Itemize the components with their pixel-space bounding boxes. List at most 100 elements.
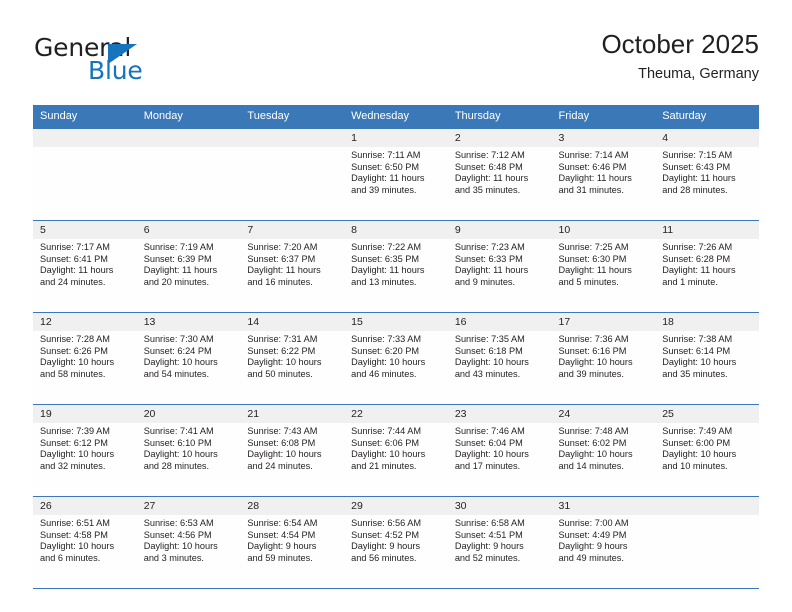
day-info-empty [240,147,345,221]
sunrise-text: Sunrise: 6:53 AM [143,518,214,528]
sunset-text: Sunset: 4:56 PM [143,529,212,540]
day-info: Sunrise: 6:54 AM Sunset: 4:54 PM Dayligh… [240,515,345,589]
sunset-text: Sunset: 6:06 PM [351,437,420,448]
day-number[interactable]: 26 [33,496,137,515]
daylight-text-line1: Daylight: 9 hours [247,541,317,552]
day-number[interactable]: 22 [344,404,448,423]
day-number[interactable]: 12 [33,312,137,331]
weekday-header-sunday: Sunday [33,105,137,129]
day-info-empty [655,515,759,589]
day-number[interactable]: 28 [240,496,345,515]
week-5-daynumber-row: 26 27 28 29 30 31 [33,496,759,515]
day-info: Sunrise: 7:46 AM Sunset: 6:04 PM Dayligh… [447,423,552,497]
day-number[interactable]: 25 [655,404,759,423]
day-cell-empty [655,496,759,515]
sunset-text: Sunset: 4:49 PM [558,529,627,540]
day-number[interactable]: 24 [551,404,656,423]
sunset-text: Sunset: 6:30 PM [558,253,627,264]
daylight-text-line2: and 35 minutes. [662,368,728,379]
daylight-text-line1: Daylight: 9 hours [351,541,421,552]
day-number[interactable]: 27 [136,496,241,515]
sunset-text: Sunset: 6:12 PM [40,437,108,448]
day-number[interactable]: 19 [33,404,137,423]
day-info: Sunrise: 7:17 AM Sunset: 6:41 PM Dayligh… [33,239,137,313]
day-info: Sunrise: 7:49 AM Sunset: 6:00 PM Dayligh… [655,423,759,497]
day-number[interactable]: 30 [447,496,552,515]
day-info: Sunrise: 7:41 AM Sunset: 6:10 PM Dayligh… [136,423,241,497]
general-blue-logo[interactable]: General Blue [33,34,253,96]
weekday-header-friday: Friday [551,105,656,129]
week-2-daynumber-row: 5 6 7 8 9 10 11 [33,220,759,239]
sunset-text: Sunset: 6:10 PM [143,437,212,448]
day-number[interactable]: 1 [344,128,448,147]
day-number[interactable]: 17 [551,312,656,331]
daylight-text-line2: and 46 minutes. [351,368,417,379]
sunrise-text: Sunrise: 7:49 AM [662,426,733,436]
day-number[interactable]: 29 [344,496,448,515]
sunset-text: Sunset: 6:33 PM [454,253,523,264]
page-title: October 2025 [601,29,759,59]
sunset-text: Sunset: 6:02 PM [558,437,627,448]
daylight-text-line2: and 28 minutes. [662,184,728,195]
day-number[interactable]: 9 [447,220,552,239]
sunset-text: Sunset: 6:18 PM [454,345,523,356]
day-number[interactable]: 14 [240,312,345,331]
day-info: Sunrise: 7:19 AM Sunset: 6:39 PM Dayligh… [136,239,241,313]
sunrise-text: Sunrise: 7:22 AM [351,242,422,252]
day-info: Sunrise: 7:48 AM Sunset: 6:02 PM Dayligh… [551,423,656,497]
day-number[interactable]: 16 [447,312,552,331]
day-number[interactable]: 15 [344,312,448,331]
day-number[interactable]: 20 [136,404,241,423]
page-subtitle: Theuma, Germany [638,66,759,82]
day-info: Sunrise: 6:58 AM Sunset: 4:51 PM Dayligh… [447,515,552,589]
day-number[interactable]: 7 [240,220,345,239]
day-number[interactable]: 10 [551,220,656,239]
daylight-text-line1: Daylight: 10 hours [143,357,218,368]
day-number[interactable]: 8 [344,220,448,239]
day-info: Sunrise: 7:00 AM Sunset: 4:49 PM Dayligh… [551,515,656,589]
daylight-text-line2: and 39 minutes. [351,184,417,195]
page-header: General Blue October 2025 Theuma, German… [33,28,759,100]
day-number[interactable]: 31 [551,496,656,515]
daylight-text-line1: Daylight: 10 hours [143,541,218,552]
daylight-text-line1: Daylight: 10 hours [454,357,529,368]
day-number[interactable]: 18 [655,312,759,331]
daylight-text-line1: Daylight: 11 hours [662,173,736,184]
day-number[interactable]: 11 [655,220,759,239]
daylight-text-line2: and 28 minutes. [143,460,210,471]
daylight-text-line1: Daylight: 9 hours [454,541,524,552]
daylight-text-line2: and 58 minutes. [40,368,106,379]
day-number[interactable]: 2 [447,128,552,147]
day-number[interactable]: 23 [447,404,552,423]
sunrise-text: Sunrise: 7:31 AM [247,334,318,344]
daylight-text-line2: and 49 minutes. [558,552,624,563]
logo-text-blue: Blue [88,56,143,85]
daylight-text-line1: Daylight: 11 hours [454,265,529,276]
day-number[interactable]: 4 [655,128,759,147]
day-number[interactable]: 3 [551,128,656,147]
week-1-info-row: Sunrise: 7:11 AM Sunset: 6:50 PM Dayligh… [33,147,759,221]
sunrise-text: Sunrise: 7:15 AM [662,150,733,160]
day-number[interactable]: 21 [240,404,345,423]
sunrise-text: Sunrise: 7:11 AM [351,150,421,160]
sunset-text: Sunset: 6:04 PM [454,437,523,448]
daylight-text-line2: and 21 minutes. [351,460,417,471]
daylight-text-line2: and 35 minutes. [454,184,521,195]
sunset-text: Sunset: 4:52 PM [351,529,420,540]
week-4-info-row: Sunrise: 7:39 AM Sunset: 6:12 PM Dayligh… [33,423,759,497]
sunset-text: Sunset: 6:50 PM [351,161,420,172]
daylight-text-line1: Daylight: 10 hours [558,357,633,368]
daylight-text-line1: Daylight: 11 hours [662,265,736,276]
day-info: Sunrise: 7:33 AM Sunset: 6:20 PM Dayligh… [344,331,448,405]
daylight-text-line2: and 59 minutes. [247,552,313,563]
day-number[interactable]: 13 [136,312,241,331]
sunrise-text: Sunrise: 7:44 AM [351,426,422,436]
daylight-text-line1: Daylight: 10 hours [558,449,633,460]
day-number[interactable]: 6 [136,220,241,239]
day-info-empty [136,147,241,221]
sunrise-text: Sunrise: 7:19 AM [143,242,214,252]
sunrise-text: Sunrise: 7:12 AM [454,150,525,160]
day-number[interactable]: 5 [33,220,137,239]
day-info: Sunrise: 7:44 AM Sunset: 6:06 PM Dayligh… [344,423,448,497]
sunset-text: Sunset: 4:54 PM [247,529,316,540]
